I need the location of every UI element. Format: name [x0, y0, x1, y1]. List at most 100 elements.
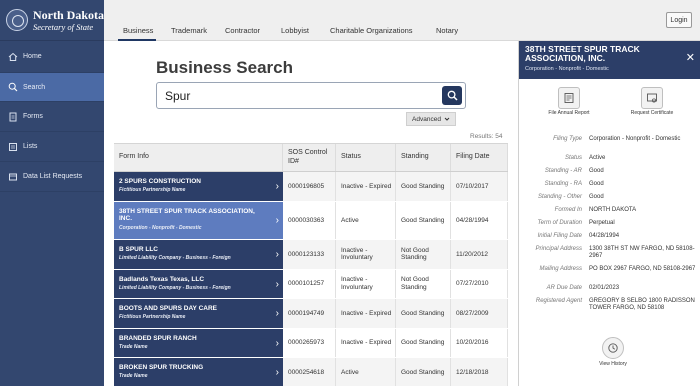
sidebar-item-search[interactable]: Search [0, 73, 104, 102]
form-info-cell[interactable]: BOOTS AND SPURS DAY CARE Fictitious Part… [114, 299, 283, 328]
column-header-status[interactable]: Status [336, 144, 396, 171]
file-annual-report-button[interactable]: File Annual Report [539, 87, 599, 117]
form-info-cell[interactable]: B SPUR LLC Limited Liability Company - B… [114, 240, 283, 269]
entity-name: B SPUR LLC [119, 246, 158, 253]
form-info-cell[interactable]: 2 SPURS CONSTRUCTION Fictitious Partners… [114, 172, 283, 201]
entity-name: 2 SPURS CONSTRUCTION [119, 178, 201, 185]
filing-date-cell: 07/10/2017 [451, 172, 508, 201]
state-seal-icon [6, 9, 28, 31]
chevron-right-icon: › [275, 337, 279, 349]
form-info-cell[interactable]: Badlands Texas Texas, LLC Limited Liabil… [114, 269, 283, 298]
list-icon [8, 142, 18, 152]
table-row[interactable]: 2 SPURS CONSTRUCTION Fictitious Partners… [114, 172, 508, 202]
form-info-cell[interactable]: BRANDED SPUR RANCH Trade Name › [114, 328, 283, 357]
status-cell: Active [336, 202, 396, 239]
top-nav: Business Trademark Contractor Lobbyist C… [104, 0, 700, 41]
filing-date-cell: 07/27/2010 [451, 269, 508, 298]
column-header-control-id[interactable]: SOS Control ID# [283, 144, 336, 171]
sidebar-item-label: Home [23, 53, 42, 60]
sidebar-item-forms[interactable]: Forms [0, 102, 104, 132]
request-certificate-label: Request Certificate [630, 110, 674, 116]
search-input-value: Spur [165, 89, 191, 103]
standing-cell: Good Standing [396, 328, 451, 357]
home-icon [8, 52, 18, 62]
sidebar-item-lists[interactable]: Lists [0, 132, 104, 162]
column-header-form-info[interactable]: Form Info [114, 144, 283, 171]
table-row[interactable]: BRANDED SPUR RANCH Trade Name › 00002659… [114, 328, 508, 358]
entity-name: BROKEN SPUR TRUCKING [119, 364, 204, 371]
tab-notary[interactable]: Notary [436, 26, 458, 35]
details-subtitle: Corporation - Nonprofit - Domestic [525, 65, 609, 72]
login-button[interactable]: Login [666, 12, 692, 28]
detail-status: Status Active [564, 155, 606, 161]
standing-cell: Good Standing [396, 358, 451, 386]
column-header-standing[interactable]: Standing [396, 144, 451, 171]
details-title: 38TH STREET SPUR TRACK ASSOCIATION, INC. [525, 44, 640, 64]
certificate-icon [641, 87, 663, 109]
request-certificate-button[interactable]: Request Certificate [622, 87, 682, 117]
chevron-right-icon: › [275, 308, 279, 319]
detail-formed-in: Formed In NORTH DAKOTA [554, 207, 637, 213]
table-row[interactable]: BOOTS AND SPURS DAY CARE Fictitious Part… [114, 299, 508, 329]
status-cell: Inactive - Expired [336, 299, 396, 328]
status-cell: Inactive - Involuntary [336, 269, 396, 298]
entity-name: Badlands Texas Texas, LLC [119, 275, 205, 283]
detail-standing-ra: Standing - RA Good [544, 181, 604, 187]
status-cell: Inactive - Involuntary [336, 240, 396, 269]
close-icon[interactable]: ✕ [686, 51, 695, 64]
status-cell: Inactive - Expired [336, 328, 396, 357]
form-info-cell[interactable]: 38TH STREET SPUR TRACK ASSOCIATION, INC.… [114, 202, 283, 239]
sidebar-item-label: Data List Requests [23, 173, 83, 180]
entity-type: Corporation - Nonprofit - Domestic [119, 224, 202, 231]
sidebar-item-home[interactable]: Home [0, 41, 104, 73]
detail-standing-ar: Standing - AR Good [544, 168, 604, 174]
advanced-label: Advanced [412, 115, 441, 123]
entity-type: Fictitious Partnership Name [119, 187, 186, 194]
brand-name: North Dakota [33, 7, 104, 22]
table-row[interactable]: B SPUR LLC Limited Liability Company - B… [114, 240, 508, 270]
chevron-right-icon: › [275, 215, 279, 226]
detail-ar-due-date: AR Due Date 02/01/2023 [546, 285, 620, 291]
tab-lobbyist[interactable]: Lobbyist [281, 26, 309, 35]
tab-business[interactable]: Business [123, 26, 153, 35]
table-row[interactable]: Badlands Texas Texas, LLC Limited Liabil… [114, 269, 508, 299]
history-icon [602, 337, 624, 359]
tab-contractor[interactable]: Contractor [225, 26, 260, 35]
view-history-label: View History [599, 361, 627, 367]
advanced-search-button[interactable]: Advanced [406, 112, 456, 126]
search-button[interactable] [442, 86, 462, 105]
chevron-right-icon: › [275, 181, 279, 192]
report-icon [558, 87, 580, 109]
table-body: 2 SPURS CONSTRUCTION Fictitious Partners… [114, 172, 508, 386]
filing-date-cell: 04/28/1994 [451, 202, 508, 239]
tab-charitable-organizations[interactable]: Charitable Organizations [330, 26, 413, 35]
view-history-button[interactable]: View History [593, 337, 633, 367]
control-id-cell: 0000196805 [283, 172, 336, 201]
entity-type: Fictitious Partnership Name [119, 314, 186, 321]
control-id-cell: 0000101257 [283, 269, 336, 298]
filing-date-cell: 11/20/2012 [451, 240, 508, 269]
detail-registered-agent: Registered Agent GREGORY B SELBO 1800 RA… [535, 298, 695, 312]
search-input[interactable]: Spur [156, 82, 466, 109]
detail-filing-type: Filing Type Corporation - Nonprofit - Do… [553, 136, 681, 142]
standing-cell: Good Standing [396, 299, 451, 328]
filing-date-cell: 10/20/2016 [451, 328, 508, 357]
chevron-right-icon: › [275, 278, 279, 290]
document-icon [8, 112, 18, 122]
brand[interactable]: North Dakota Secretary of State [0, 0, 104, 41]
search-icon [447, 90, 458, 101]
sidebar-item-data-list-requests[interactable]: Data List Requests [0, 162, 104, 192]
column-header-filing-date[interactable]: Filing Date [451, 144, 508, 171]
table-row[interactable]: BROKEN SPUR TRUCKING Trade Name › 000025… [114, 358, 508, 386]
entity-type: Trade Name [119, 343, 148, 350]
detail-principal-address: Principal Address 1300 38TH ST NW FARGO,… [535, 246, 695, 260]
entity-name: BRANDED SPUR RANCH [119, 334, 197, 342]
page-title: Business Search [156, 58, 294, 77]
data-icon [8, 172, 18, 182]
details-list: Filing Type Corporation - Nonprofit - Do… [519, 136, 700, 320]
form-info-cell[interactable]: BROKEN SPUR TRUCKING Trade Name › [114, 358, 283, 386]
filing-date-cell: 08/27/2009 [451, 299, 508, 328]
table-row-selected[interactable]: 38TH STREET SPUR TRACK ASSOCIATION, INC.… [114, 202, 508, 240]
control-id-cell: 0000265973 [283, 328, 336, 357]
tab-trademark[interactable]: Trademark [171, 26, 207, 35]
